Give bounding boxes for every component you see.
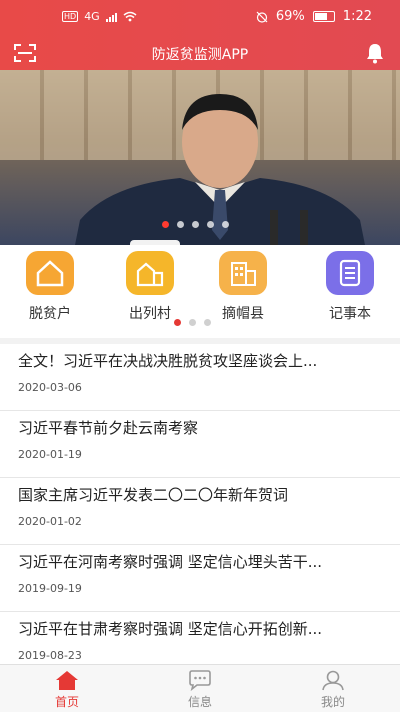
grid-item-villages[interactable]: 出列村	[110, 251, 190, 323]
news-title: 习近平春节前夕赴云南考察	[18, 419, 199, 437]
grid-page-indicator	[174, 319, 211, 326]
news-list: 全文！习近平在决战决胜脱贫攻坚座谈会上... 2020-03-06 习近平春节前…	[0, 344, 400, 679]
tab-label: 我的	[320, 695, 345, 709]
grid-label: 脱贫户	[29, 306, 71, 322]
notebook-icon	[326, 251, 374, 295]
profile-icon	[322, 670, 344, 691]
tab-profile[interactable]: 我的	[293, 669, 373, 710]
bottom-tab-bar: 首页 信息 我的	[0, 664, 400, 712]
network-label: 4G	[84, 10, 100, 23]
tab-label: 首页	[54, 695, 79, 709]
list-item[interactable]: 国家主席习近平发表二〇二〇年新年贺词 2020-01-02	[0, 478, 400, 545]
banner-dot[interactable]	[222, 221, 229, 228]
banner-dot[interactable]	[177, 221, 184, 228]
news-date: 2020-03-06	[18, 381, 82, 394]
news-date: 2020-01-02	[18, 515, 82, 528]
page-dot[interactable]	[204, 319, 211, 326]
signal-icon	[105, 12, 117, 22]
village-icon	[126, 251, 174, 295]
page-title: 防返贫监测APP	[151, 47, 249, 63]
battery-percent: 69%	[275, 9, 305, 24]
message-icon	[189, 670, 211, 691]
banner-dot[interactable]	[207, 221, 214, 228]
news-title: 国家主席习近平发表二〇二〇年新年贺词	[18, 486, 289, 504]
building-icon	[219, 251, 267, 295]
news-date: 2019-08-23	[18, 649, 82, 662]
news-title: 全文！习近平在决战决胜脱贫攻坚座谈会上...	[18, 352, 318, 370]
battery-icon	[312, 11, 335, 22]
status-bar: HD 4G 69% 1:22	[0, 0, 400, 36]
grid-item-counties[interactable]: 摘帽县	[203, 251, 283, 323]
news-date: 2019-09-19	[18, 582, 82, 595]
tab-home[interactable]: 首页	[27, 669, 107, 710]
news-title: 习近平在河南考察时强调 坚定信心埋头苦干...	[18, 553, 323, 571]
news-title: 习近平在甘肃考察时强调 坚定信心开拓创新...	[18, 620, 323, 638]
tab-messages[interactable]: 信息	[160, 669, 240, 710]
grid-item-poverty-households[interactable]: 脱贫户	[10, 251, 90, 323]
banner-indicator	[162, 221, 229, 228]
alarm-off-icon	[256, 11, 268, 23]
grid-item-notebook[interactable]: 记事本	[310, 251, 390, 323]
status-left: HD 4G	[62, 10, 137, 23]
tab-label: 信息	[187, 695, 212, 709]
wifi-icon	[123, 11, 137, 22]
house-icon	[26, 251, 74, 295]
status-right: 69% 1:22	[256, 9, 372, 24]
list-item[interactable]: 全文！习近平在决战决胜脱贫攻坚座谈会上... 2020-03-06	[0, 344, 400, 411]
hd-icon: HD	[62, 11, 79, 22]
grid-label: 摘帽县	[222, 306, 264, 322]
banner-dot[interactable]	[192, 221, 199, 228]
banner-carousel[interactable]	[0, 70, 400, 245]
list-item[interactable]: 习近平春节前夕赴云南考察 2020-01-19	[0, 411, 400, 478]
grid-label: 记事本	[329, 306, 371, 322]
home-icon	[56, 671, 78, 690]
page-dot[interactable]	[174, 319, 181, 326]
news-date: 2020-01-19	[18, 448, 82, 461]
bell-icon[interactable]	[364, 42, 386, 64]
clock: 1:22	[342, 9, 372, 24]
banner-dot[interactable]	[162, 221, 169, 228]
page-dot[interactable]	[189, 319, 196, 326]
list-item[interactable]: 习近平在河南考察时强调 坚定信心埋头苦干... 2019-09-19	[0, 545, 400, 612]
app-header: 防返贫监测APP	[0, 36, 400, 70]
